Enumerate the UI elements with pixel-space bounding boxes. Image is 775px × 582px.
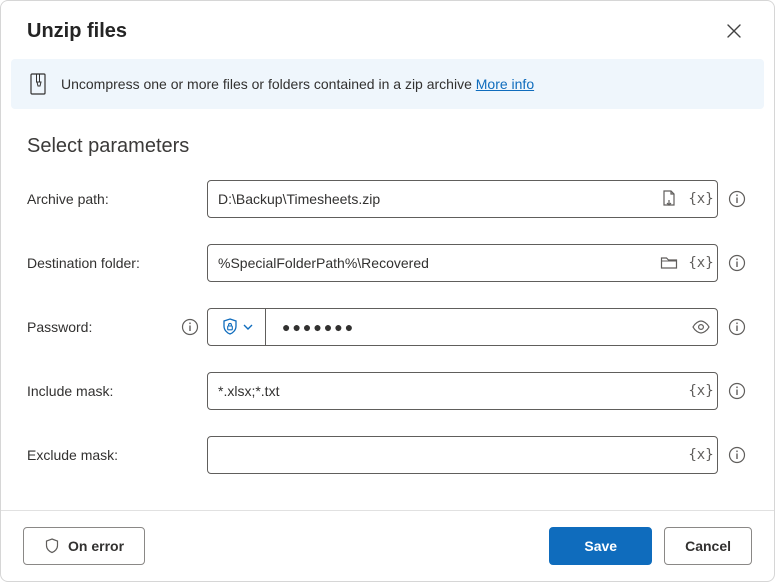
exclude-mask-help[interactable]: [726, 444, 748, 466]
password-field: [207, 308, 718, 346]
password-label: Password:: [27, 319, 92, 335]
dialog-footer: On error Save Cancel: [1, 510, 774, 581]
row-exclude-mask: Exclude mask: {x}: [27, 436, 748, 474]
section-title: Select parameters: [27, 135, 748, 158]
info-icon: [181, 318, 199, 336]
cancel-label: Cancel: [685, 538, 731, 554]
file-picker-button[interactable]: [653, 190, 685, 208]
dialog-title: Unzip files: [27, 20, 127, 43]
info-icon: [728, 254, 746, 272]
password-mode-dropdown[interactable]: [208, 309, 266, 345]
variable-picker-button[interactable]: {x}: [685, 191, 717, 207]
row-include-mask: Include mask: {x}: [27, 372, 748, 410]
banner-message: Uncompress one or more files or folders …: [61, 76, 476, 92]
cancel-button[interactable]: Cancel: [664, 527, 752, 565]
archive-path-input[interactable]: [208, 181, 653, 217]
exclude-mask-input[interactable]: [208, 437, 685, 473]
exclude-mask-label: Exclude mask:: [27, 447, 118, 463]
variable-picker-button[interactable]: {x}: [685, 383, 717, 399]
variable-picker-button[interactable]: {x}: [685, 447, 717, 463]
destination-field: {x}: [207, 244, 718, 282]
archive-path-help[interactable]: [726, 188, 748, 210]
archive-path-field: {x}: [207, 180, 718, 218]
row-password: Password:: [27, 308, 748, 346]
password-mode-help[interactable]: [179, 316, 201, 338]
exclude-mask-field: {x}: [207, 436, 718, 474]
zip-icon: [29, 73, 49, 95]
destination-input[interactable]: [208, 245, 653, 281]
shield-lock-icon: [221, 318, 239, 336]
shield-icon: [44, 538, 60, 554]
dialog-body: Select parameters Archive path: {x}: [1, 115, 774, 510]
folder-icon: [660, 254, 678, 272]
include-mask-input[interactable]: [208, 373, 685, 409]
include-mask-label: Include mask:: [27, 383, 113, 399]
eye-icon: [691, 317, 711, 337]
include-mask-field: {x}: [207, 372, 718, 410]
close-icon: [727, 24, 741, 38]
on-error-button[interactable]: On error: [23, 527, 145, 565]
info-icon: [728, 318, 746, 336]
destination-label: Destination folder:: [27, 255, 140, 271]
password-help[interactable]: [726, 316, 748, 338]
on-error-label: On error: [68, 538, 124, 554]
info-icon: [728, 446, 746, 464]
reveal-password-button[interactable]: [685, 317, 717, 337]
row-destination: Destination folder: {x}: [27, 244, 748, 282]
close-button[interactable]: [718, 15, 750, 47]
footer-actions: Save Cancel: [549, 527, 752, 565]
password-input[interactable]: [266, 309, 685, 345]
destination-help[interactable]: [726, 252, 748, 274]
save-label: Save: [584, 538, 617, 554]
row-archive-path: Archive path: {x}: [27, 180, 748, 218]
title-bar: Unzip files: [1, 1, 774, 59]
banner-text: Uncompress one or more files or folders …: [61, 76, 534, 92]
variable-picker-button[interactable]: {x}: [685, 255, 717, 271]
archive-path-label: Archive path:: [27, 191, 109, 207]
include-mask-help[interactable]: [726, 380, 748, 402]
folder-picker-button[interactable]: [653, 254, 685, 272]
unzip-dialog: Unzip files Uncompress one or more files…: [0, 0, 775, 582]
info-icon: [728, 382, 746, 400]
info-banner: Uncompress one or more files or folders …: [11, 59, 764, 109]
chevron-down-icon: [243, 322, 253, 332]
file-icon: [660, 190, 678, 208]
save-button[interactable]: Save: [549, 527, 652, 565]
info-icon: [728, 190, 746, 208]
more-info-link[interactable]: More info: [476, 76, 534, 92]
